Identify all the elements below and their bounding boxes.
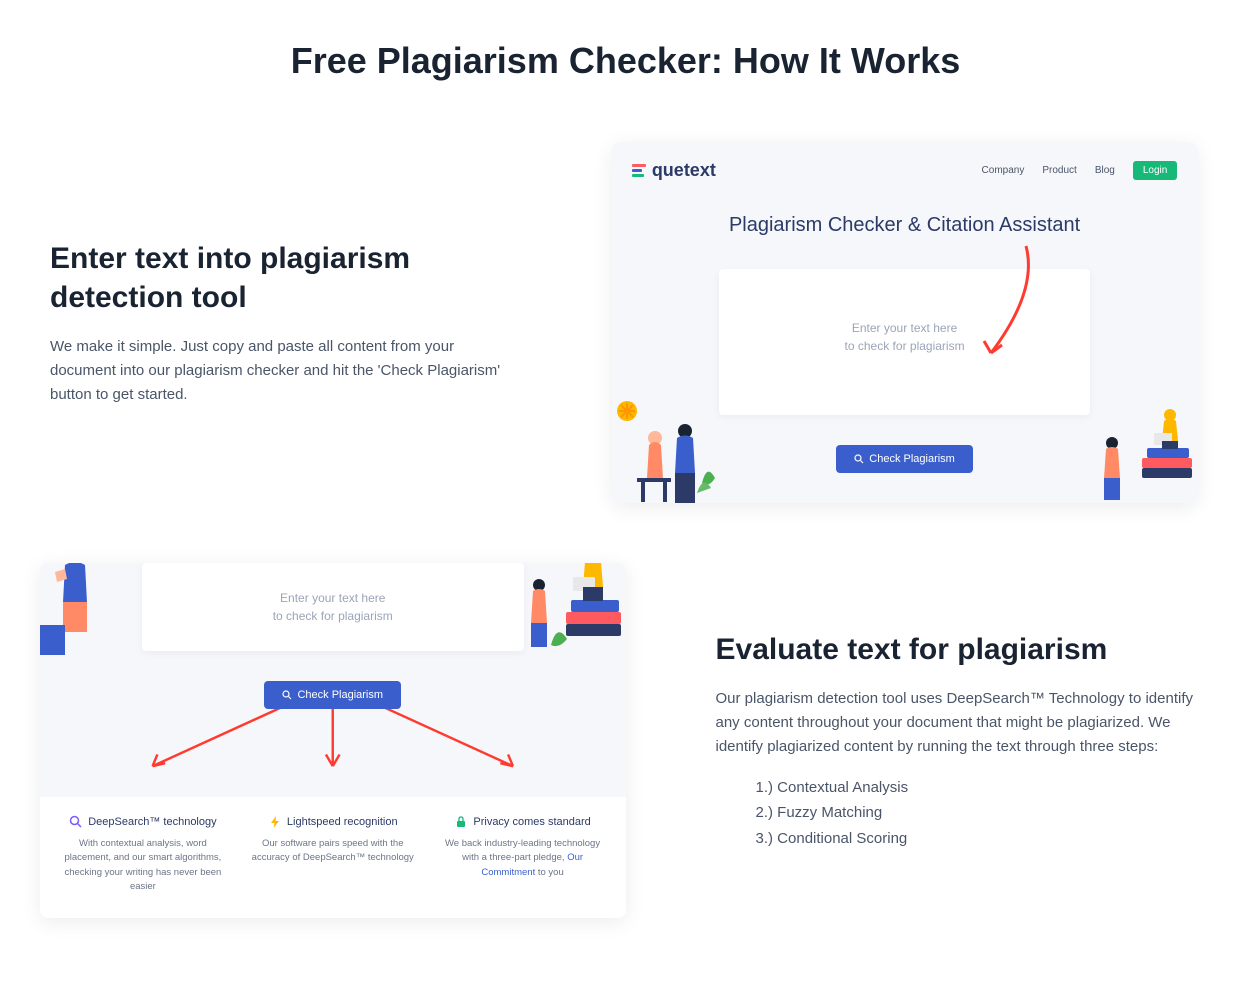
lightning-icon [268, 815, 282, 829]
section-body: We make it simple. Just copy and paste a… [50, 335, 522, 407]
features-bar: DeepSearch™ technology With contextual a… [40, 797, 626, 918]
preview-2-top: Enter your text here to check for plagia… [40, 563, 626, 797]
three-arrows-icon [60, 717, 606, 777]
list-item: 3.) Conditional Scoring [756, 826, 1211, 852]
login-button: Login [1133, 161, 1177, 180]
feature-desc: We back industry-leading technology with… [438, 837, 608, 880]
people-illustration-right-icon [1092, 393, 1197, 503]
section-title: Enter text into plagiarism detection too… [50, 239, 522, 317]
input-placeholder: Enter your text here to check for plagia… [739, 319, 1070, 355]
nav-blog: Blog [1095, 165, 1115, 176]
people-illustration-right-icon [521, 563, 626, 657]
feature-lightspeed: Lightspeed recognition Our software pair… [242, 815, 424, 894]
people-illustration-left-icon [40, 563, 125, 657]
lock-icon [454, 815, 468, 829]
feature-desc: Our software pairs speed with the accura… [248, 837, 418, 866]
feature-desc: With contextual analysis, word placement… [58, 837, 228, 894]
section-body: Our plagiarism detection tool uses DeepS… [716, 687, 1211, 759]
text-input-box: Enter your text here to check for plagia… [142, 563, 524, 651]
section-title: Evaluate text for plagiarism [716, 630, 1211, 669]
steps-list: 1.) Contextual Analysis 2.) Fuzzy Matchi… [716, 775, 1211, 852]
text-input-box: Enter your text here to check for plagia… [719, 269, 1090, 415]
section-text-column: Enter text into plagiarism detection too… [40, 239, 532, 407]
section-evaluate: Enter your text here to check for plagia… [40, 563, 1211, 918]
feature-title: Lightspeed recognition [287, 816, 398, 828]
people-illustration-left-icon [612, 393, 717, 503]
logo-text: quetext [652, 160, 716, 181]
app-preview-card-2: Enter your text here to check for plagia… [40, 563, 626, 918]
nav-product: Product [1042, 165, 1076, 176]
section-text-column: Evaluate text for plagiarism Our plagiar… [706, 630, 1221, 852]
logo: quetext [632, 160, 716, 181]
feature-privacy: Privacy comes standard We back industry-… [432, 815, 614, 894]
list-item: 1.) Contextual Analysis [756, 775, 1211, 801]
preview-nav: quetext Company Product Blog Login [632, 160, 1178, 181]
magnify-icon [69, 815, 83, 829]
input-placeholder: Enter your text here to check for plagia… [162, 589, 504, 625]
section-enter-text: Enter text into plagiarism detection too… [40, 142, 1211, 503]
feature-deepsearch: DeepSearch™ technology With contextual a… [52, 815, 234, 894]
feature-title: Privacy comes standard [473, 816, 590, 828]
app-preview-card: quetext Company Product Blog Login Plagi… [612, 142, 1198, 503]
search-icon [282, 690, 292, 700]
logo-icon [632, 164, 646, 177]
preview-hero-title: Plagiarism Checker & Citation Assistant [632, 211, 1178, 239]
check-plagiarism-button: Check Plagiarism [264, 681, 401, 709]
search-icon [854, 454, 864, 464]
nav-company: Company [982, 165, 1025, 176]
list-item: 2.) Fuzzy Matching [756, 800, 1211, 826]
feature-title: DeepSearch™ technology [88, 816, 216, 828]
nav-links: Company Product Blog Login [982, 161, 1178, 180]
section-image-column: Enter your text here to check for plagia… [40, 563, 626, 918]
page-title: Free Plagiarism Checker: How It Works [40, 40, 1211, 82]
check-plagiarism-button: Check Plagiarism [836, 445, 973, 473]
section-image-column: quetext Company Product Blog Login Plagi… [612, 142, 1198, 503]
